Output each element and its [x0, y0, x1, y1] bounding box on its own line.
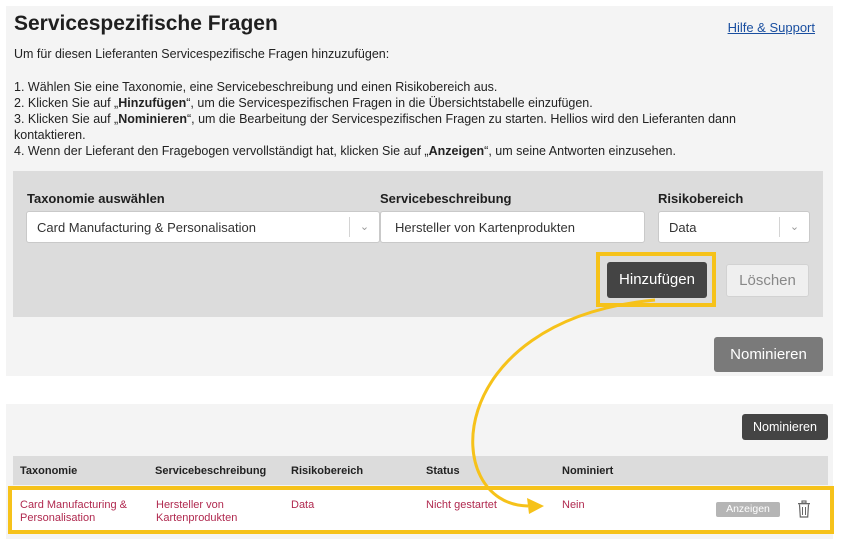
risk-label: Risikobereich — [658, 191, 744, 206]
step-2: 2. Klicken Sie auf „Hinzufügen“, um die … — [14, 96, 593, 110]
table-nominate-button[interactable]: Nominieren — [742, 414, 828, 440]
chevron-down-icon: ⌄ — [779, 217, 809, 237]
instruction-steps: 1. Wählen Sie eine Taxonomie, eine Servi… — [14, 79, 794, 159]
risk-select[interactable]: Data ⌄ — [658, 211, 810, 243]
table-header: Taxonomie Servicebeschreibung Risikobere… — [13, 456, 828, 485]
row-risk: Data — [291, 499, 315, 511]
row-status: Nicht gestartet — [426, 499, 497, 511]
step-4: 4. Wenn der Lieferant den Fragebogen ver… — [14, 144, 676, 158]
view-button[interactable]: Anzeigen — [716, 502, 780, 517]
row-service: Hersteller von Kartenprodukten — [156, 499, 238, 524]
row-nominated: Nein — [562, 499, 585, 511]
taxonomy-select[interactable]: Card Manufacturing & Personalisation ⌄ — [26, 211, 380, 243]
header-nominated: Nominiert — [562, 465, 614, 477]
taxonomy-value: Card Manufacturing & Personalisation — [37, 220, 256, 235]
header-risk: Risikobereich — [291, 465, 364, 477]
step-3: 3. Klicken Sie auf „Nominieren“, um die … — [14, 112, 736, 142]
clear-button[interactable]: Löschen — [726, 264, 809, 297]
step-1: 1. Wählen Sie eine Taxonomie, eine Servi… — [14, 80, 498, 94]
intro-text: Um für diesen Lieferanten Servicespezifi… — [14, 47, 390, 61]
risk-value: Data — [669, 220, 697, 235]
service-value: Hersteller von Kartenprodukten — [395, 220, 575, 235]
trash-icon[interactable] — [797, 500, 811, 518]
header-taxonomy: Taxonomie — [20, 465, 78, 477]
nominate-button[interactable]: Nominieren — [714, 337, 823, 372]
add-button[interactable]: Hinzufügen — [607, 262, 707, 298]
table-row: Card Manufacturing & Personalisation Her… — [8, 486, 834, 534]
chevron-down-icon: ⌄ — [349, 217, 379, 237]
service-label: Servicebeschreibung — [380, 191, 512, 206]
service-field[interactable]: Hersteller von Kartenprodukten — [380, 211, 645, 243]
help-support-link[interactable]: Hilfe & Support — [728, 20, 815, 35]
page-title: Servicespezifische Fragen — [14, 12, 278, 35]
row-taxonomy: Card Manufacturing & Personalisation — [20, 499, 127, 524]
header-status: Status — [426, 465, 460, 477]
taxonomy-label: Taxonomie auswählen — [27, 191, 165, 206]
header-service: Servicebeschreibung — [155, 465, 267, 477]
